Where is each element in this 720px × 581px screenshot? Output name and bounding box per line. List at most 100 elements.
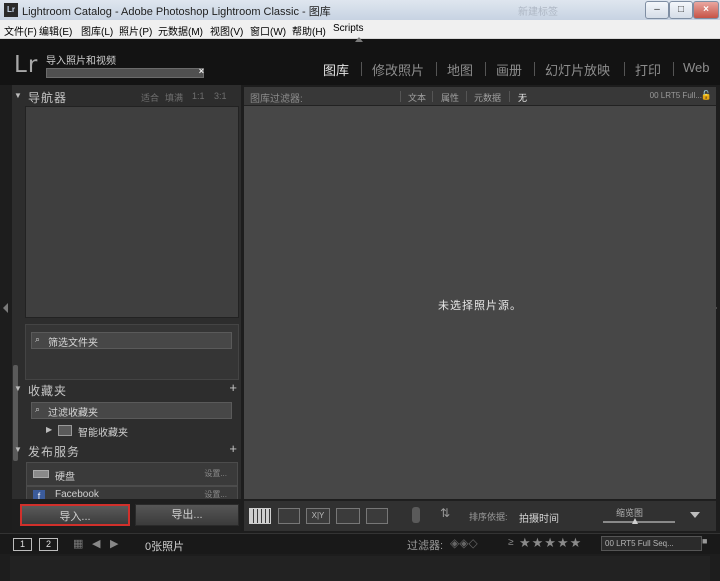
star-rating-filter[interactable]: ★★★★★	[519, 535, 582, 551]
flag-filter-icon[interactable]: ◈◈◇	[450, 536, 478, 550]
menu-help[interactable]: 帮助(H)	[292, 23, 326, 38]
back-arrow-icon[interactable]: ◀	[92, 537, 100, 550]
navigator-preview[interactable]	[25, 106, 239, 318]
grid-icon[interactable]: ▦	[73, 537, 83, 550]
people-view-icon[interactable]	[366, 508, 388, 524]
navigator-header[interactable]: ▼ 导航器	[14, 88, 239, 106]
menu-library[interactable]: 图库(L)	[81, 23, 113, 38]
lightroom-app-icon: Lr	[4, 3, 18, 17]
collections-filter-label: 过滤收藏夹	[48, 408, 98, 419]
lock-icon[interactable]: 🔓	[701, 90, 712, 101]
menu-edit[interactable]: 编辑(E)	[39, 23, 72, 38]
filter-metadata[interactable]: 元数据	[474, 91, 501, 104]
library-filter-bar: 图库过滤器: 文本 属性 元数据 无 00 LRT5 Full... 🔓	[244, 87, 716, 106]
publish-services-header[interactable]: ▼ 发布服务 +	[14, 441, 239, 460]
module-web[interactable]: Web	[683, 60, 710, 75]
ghost-tab-label: 新建标签	[518, 7, 558, 18]
module-separator	[534, 62, 535, 76]
filmstrip-filter-preset[interactable]: 00 LRT5 Full Seq...	[601, 536, 702, 551]
export-button[interactable]: 导出...	[135, 504, 239, 526]
expand-triangle-icon: ▼	[14, 384, 22, 393]
survey-view-icon[interactable]	[336, 508, 360, 524]
cancel-task-icon[interactable]: ×	[199, 66, 204, 76]
window-title: Lightroom Catalog - Adobe Photoshop Ligh…	[22, 6, 331, 18]
import-button[interactable]: 导入...	[20, 504, 130, 526]
publish-service-setup[interactable]: 设置...	[204, 468, 227, 479]
expand-triangle-icon: ▼	[14, 445, 22, 454]
menu-scripts[interactable]: Scripts	[333, 23, 364, 34]
filter-separator	[509, 91, 510, 102]
module-separator	[673, 62, 674, 76]
module-separator	[361, 62, 362, 76]
grid-view-icon[interactable]	[249, 508, 271, 524]
module-library[interactable]: 图库	[323, 60, 349, 79]
empty-source-message: 未选择照片源。	[438, 300, 522, 312]
publish-service-name: 硬盘	[55, 472, 75, 483]
publish-service-harddrive[interactable]: 硬盘 设置...	[26, 462, 238, 486]
nav-zoom-fit[interactable]: 适合	[141, 91, 159, 104]
module-book[interactable]: 画册	[496, 60, 522, 79]
filter-lock-icon[interactable]: ■	[702, 536, 707, 546]
module-map[interactable]: 地图	[447, 60, 473, 79]
collapse-left-arrow-icon[interactable]	[3, 303, 8, 313]
window-primary-button[interactable]: 1	[13, 538, 32, 551]
import-progress-bar: ×	[46, 66, 204, 78]
toolbar-menu-icon[interactable]	[690, 512, 700, 518]
smart-collection-icon	[58, 425, 72, 436]
thumbnail-size-slider[interactable]	[603, 521, 675, 523]
filter-preset-select[interactable]: 00 LRT5 Full...	[650, 91, 702, 100]
folders-filter[interactable]: ⌕ 筛选文件夹	[31, 332, 232, 349]
add-publish-service-icon[interactable]: +	[229, 441, 237, 456]
filter-none[interactable]: 无	[518, 91, 527, 104]
collections-header[interactable]: ▼ 收藏夹 +	[14, 380, 239, 399]
spray-can-icon[interactable]	[412, 507, 420, 523]
publish-service-facebook[interactable]: f Facebook 设置...	[26, 486, 238, 500]
menu-file[interactable]: 文件(F)	[4, 23, 37, 38]
expand-arrow-icon[interactable]: ▶	[46, 425, 52, 434]
menu-metadata[interactable]: 元数据(M)	[158, 23, 203, 38]
menu-view[interactable]: 视图(V)	[210, 23, 243, 38]
add-collection-icon[interactable]: +	[229, 380, 237, 395]
module-separator	[624, 62, 625, 76]
nav-zoom-3-1[interactable]: 3:1	[214, 91, 227, 101]
slider-knob[interactable]	[632, 518, 639, 524]
sort-direction-icon[interactable]: ⇅	[440, 506, 450, 520]
menu-window[interactable]: 窗口(W)	[250, 23, 286, 38]
loupe-view-icon[interactable]	[278, 508, 300, 524]
maximize-button[interactable]: □	[669, 1, 693, 19]
module-separator	[436, 62, 437, 76]
filter-separator	[400, 91, 401, 102]
nav-zoom-fill[interactable]: 填满	[165, 91, 183, 104]
compare-view-icon[interactable]: X|Y	[306, 508, 330, 524]
window-title-bar: Lr Lightroom Catalog - Adobe Photoshop L…	[0, 0, 720, 21]
folders-filter-label: 筛选文件夹	[48, 338, 98, 349]
window-secondary-button[interactable]: 2	[39, 538, 58, 551]
library-filter-label: 图库过滤器:	[250, 94, 303, 105]
module-slideshow[interactable]: 幻灯片放映	[545, 60, 610, 79]
sort-label: 排序依据:	[469, 512, 508, 522]
filter-text[interactable]: 文本	[408, 91, 426, 104]
menu-photo[interactable]: 照片(P)	[119, 23, 152, 38]
module-print[interactable]: 打印	[635, 60, 661, 79]
activity-title: 导入照片和视频	[46, 56, 116, 67]
module-separator	[485, 62, 486, 76]
lr-logo: Lr	[14, 52, 39, 78]
filter-attribute[interactable]: 属性	[441, 91, 459, 104]
filmstrip[interactable]	[10, 556, 710, 581]
filter-separator	[466, 91, 467, 102]
forward-arrow-icon[interactable]: ▶	[110, 537, 118, 550]
smart-collection-label[interactable]: 智能收藏夹	[78, 424, 128, 439]
photo-count: 0张照片	[145, 541, 185, 553]
collections-filter[interactable]: ⌕ 过滤收藏夹	[31, 402, 232, 419]
sort-select[interactable]: 拍摄时间	[519, 510, 559, 525]
rating-operator[interactable]: ≥	[508, 537, 514, 548]
nav-zoom-1-1[interactable]: 1:1	[192, 91, 205, 101]
module-develop[interactable]: 修改照片	[372, 60, 424, 79]
minimize-button[interactable]: –	[645, 1, 669, 19]
close-button[interactable]: ×	[693, 1, 719, 19]
navigator-title: 导航器	[28, 91, 68, 105]
search-icon: ⌕	[35, 404, 41, 414]
filmstrip-filter-label: 过滤器:	[407, 540, 444, 552]
thumbnail-size-label: 缩览图	[616, 508, 644, 518]
collapse-top-arrow-icon[interactable]	[355, 37, 363, 42]
